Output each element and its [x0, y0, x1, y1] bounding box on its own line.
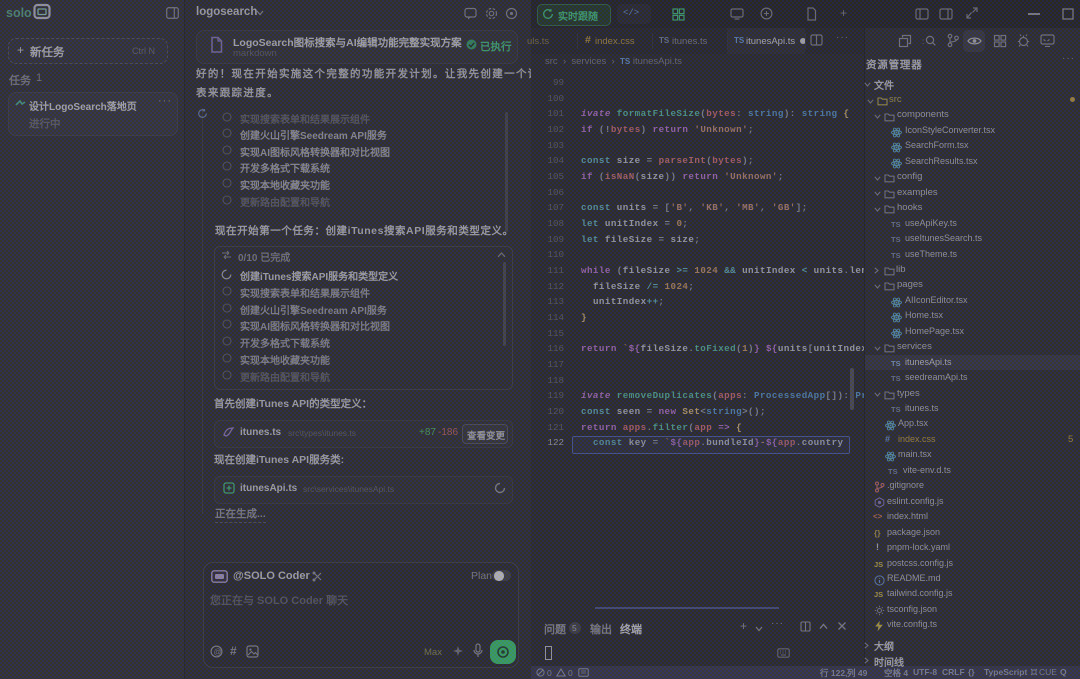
svg-text::: :: [922, 37, 924, 46]
svg-text:@: @: [214, 647, 222, 656]
